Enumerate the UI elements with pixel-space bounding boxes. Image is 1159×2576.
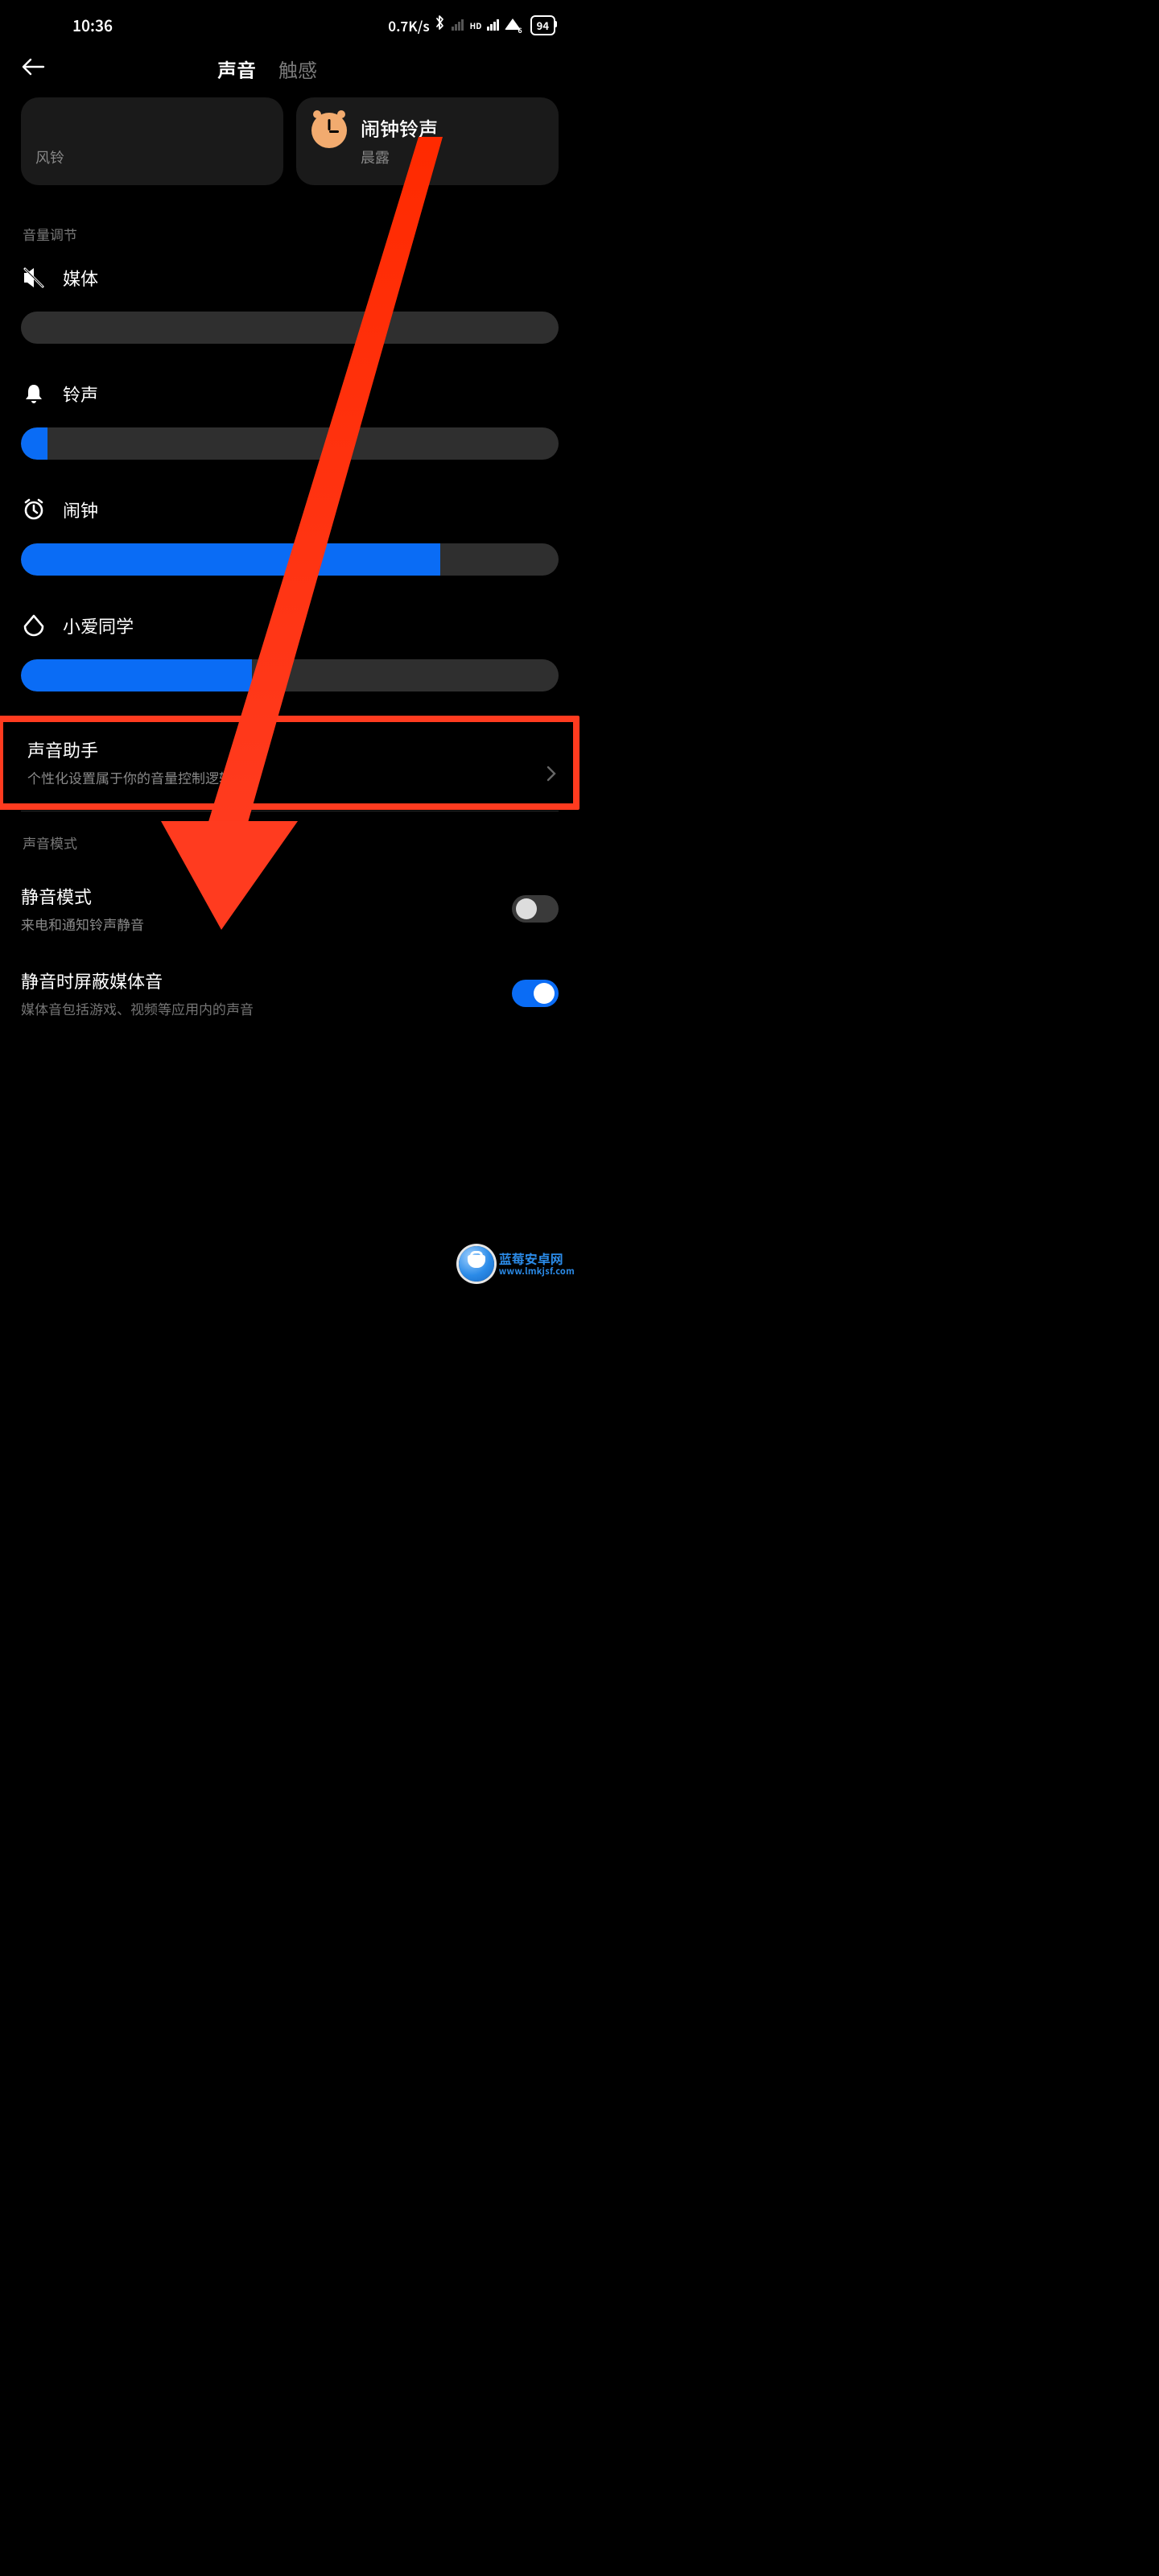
wifi-sub: 6 [518,25,522,35]
xiaoai-icon [21,613,47,638]
alarm-ringtone-card[interactable]: 闹钟铃声 晨露 [296,97,559,185]
tab-haptics[interactable]: 触感 [278,55,317,83]
signal-2-icon [487,19,499,31]
signal-1-icon [452,19,464,31]
chevron-right-icon [546,765,557,786]
silent-sub: 来电和通知铃声静音 [21,914,144,934]
tab-sound[interactable]: 声音 [217,55,256,83]
sound-assistant-sub: 个性化设置属于你的音量控制逻辑 [27,767,233,787]
watermark: 蓝莓安卓网 www.lmkjsf.com [459,1246,575,1282]
silent-media-row[interactable]: 静音时屏蔽媒体音 媒体音包括游戏、视频等应用内的声音 [21,952,559,1022]
volume-label: 媒体 [63,265,98,291]
back-button[interactable] [21,57,45,80]
volume-row-media: 媒体 [21,265,559,344]
volume-label: 闹钟 [63,497,98,522]
alarm-volume-slider[interactable] [21,543,559,576]
silent-mode-row[interactable]: 静音模式 来电和通知铃声静音 [21,867,559,952]
hd-label: HD [469,22,482,29]
page-header: 声音 触感 [0,40,580,93]
media-mute-icon [21,265,47,291]
alarm-ringtone-value: 晨露 [361,147,438,167]
volume-row-xiaoai: 小爱同学 [21,613,559,691]
silent-toggle[interactable] [512,895,559,923]
sound-mode-section-header: 声音模式 [23,832,559,852]
volume-row-ringtone: 铃声 [21,381,559,460]
volume-row-alarm: 闹钟 [21,497,559,576]
ringtone-volume-slider[interactable] [21,427,559,460]
silent-media-title: 静音时屏蔽媒体音 [21,968,254,993]
sound-assistant-title: 声音助手 [27,737,233,762]
alarm-icon [21,497,47,522]
ringtone-cards: ▬▬▬▬ 风铃 闹钟铃声 晨露 [21,97,559,185]
status-bar: 10:36 0.7K/s HD 6 94 [0,0,580,40]
net-speed: 0.7K/s [388,15,429,35]
watermark-icon [459,1246,494,1282]
silent-title: 静音模式 [21,883,144,909]
card-cut-title: ▬▬▬▬ [35,113,132,129]
volume-section-header: 音量调节 [23,224,559,244]
volume-label: 铃声 [63,381,98,407]
highlight-annotation: 声音助手 个性化设置属于你的音量控制逻辑 [0,716,580,810]
volume-label: 小爱同学 [63,613,134,638]
alarm-clock-icon [311,112,348,149]
notification-ringtone-card[interactable]: ▬▬▬▬ 风铃 [21,97,283,185]
bluetooth-icon [435,14,446,35]
alarm-ringtone-title: 闹钟铃声 [361,114,438,142]
status-time: 10:36 [24,14,113,36]
silent-media-toggle[interactable] [512,980,559,1007]
notification-ringtone-value: 风铃 [35,147,64,167]
watermark-url: www.lmkjsf.com [499,1266,575,1277]
battery-icon: 94 [530,15,555,35]
xiaoai-volume-slider[interactable] [21,659,559,691]
silent-media-sub: 媒体音包括游戏、视频等应用内的声音 [21,998,254,1018]
bell-icon [21,381,47,407]
status-right: 0.7K/s HD 6 94 [388,14,555,35]
media-volume-slider[interactable] [21,312,559,344]
